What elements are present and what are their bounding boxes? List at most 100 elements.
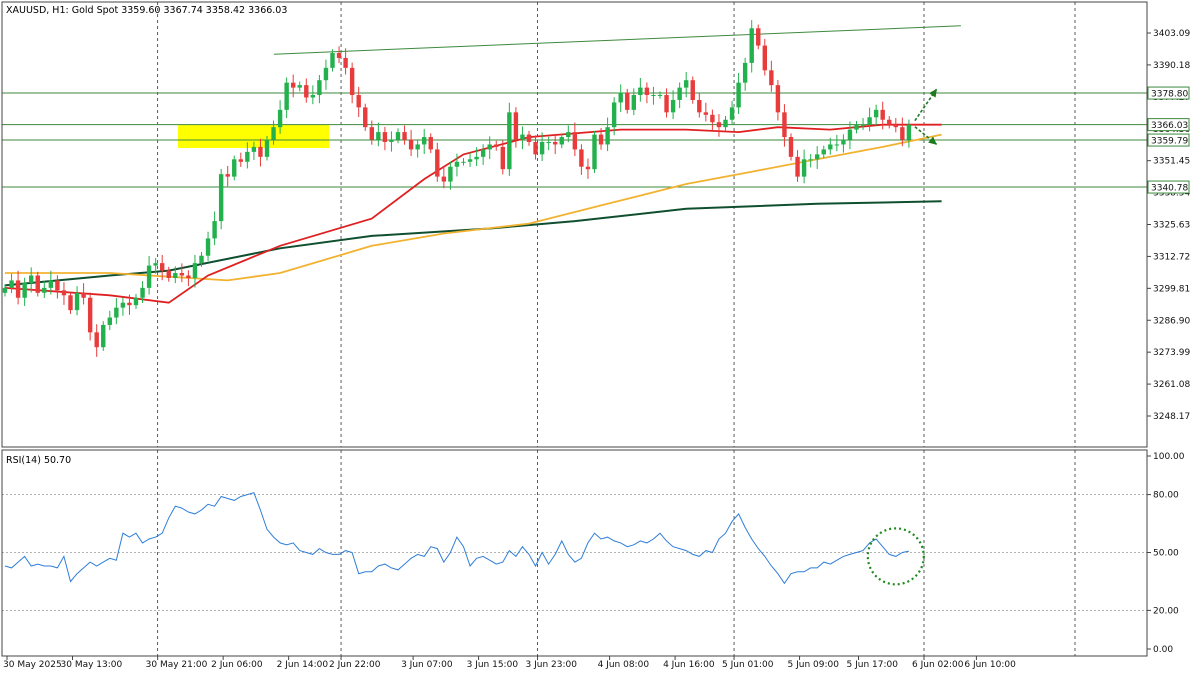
candle-bearish <box>291 82 296 88</box>
candle-bearish <box>15 280 21 298</box>
candle-bullish <box>48 280 54 288</box>
candle-bullish <box>507 112 512 170</box>
candle-bullish <box>677 87 682 100</box>
candle-bullish <box>153 263 158 266</box>
candle-bearish <box>572 132 578 150</box>
candle-bullish <box>448 166 453 182</box>
time-tick-label: 4 Jun 08:00 <box>598 660 650 670</box>
candle-bullish <box>140 287 145 298</box>
candle-bearish <box>526 134 532 143</box>
candle-bullish <box>821 149 826 155</box>
candle-bullish <box>684 80 689 88</box>
candle-bullish <box>749 28 754 63</box>
candle-bearish <box>61 290 67 296</box>
time-tick-label: 30 May 21:00 <box>146 660 208 670</box>
candle-bullish <box>42 287 47 293</box>
candle-bullish <box>245 151 250 162</box>
time-tick-label: 4 Jun 16:00 <box>663 660 715 670</box>
candle-bearish <box>762 45 767 71</box>
candle-bullish <box>867 117 872 125</box>
candle-bearish <box>880 109 885 120</box>
time-tick-label: 30 May 2025 <box>3 660 62 670</box>
candle-bearish <box>94 332 99 348</box>
price-tick-label: 3403.09 <box>1153 29 1190 39</box>
candle-bearish <box>382 132 388 143</box>
price-tick-label: 3299.81 <box>1153 284 1190 294</box>
candle-bearish <box>769 70 774 86</box>
candle-bearish <box>697 99 702 113</box>
candle-bearish <box>887 119 892 125</box>
candle-bullish <box>389 139 394 143</box>
candle-bullish <box>461 161 466 163</box>
candle-bullish <box>376 132 381 140</box>
time-tick-label: 3 Jun 15:00 <box>467 660 519 670</box>
candle-bearish <box>402 132 407 140</box>
candle-bullish <box>834 144 840 146</box>
rsi-tick-label: 80.00 <box>1153 491 1179 501</box>
candle-bearish <box>500 146 505 170</box>
candle-bullish <box>205 238 211 256</box>
candle-bullish <box>860 124 866 126</box>
candle-bullish <box>101 324 106 348</box>
symbol-header: XAUUSD, H1: Gold Spot 3359.60 3367.74 33… <box>6 5 287 16</box>
candle-bullish <box>415 144 420 150</box>
candle-bearish <box>166 270 171 278</box>
time-tick-label: 3 Jun 07:00 <box>401 660 453 670</box>
candle-bullish <box>854 124 859 130</box>
candle-bullish <box>199 255 204 264</box>
candle-bullish <box>480 149 486 157</box>
candle-bullish <box>192 263 198 278</box>
price-tick-label: 3261.08 <box>1153 380 1190 390</box>
candle-bearish <box>533 142 538 155</box>
candle-bearish <box>893 124 898 128</box>
candle-bearish <box>579 149 584 167</box>
price-chart-svg: 3403.093390.183377.273364.363351.453338.… <box>0 0 1200 675</box>
candle-bearish <box>513 112 519 140</box>
candle-bearish <box>494 144 499 147</box>
rsi-tick-label: 50.00 <box>1153 549 1179 559</box>
price-level-label: 3378.80 <box>1151 90 1188 100</box>
candle-bearish <box>775 85 781 113</box>
price-tick-label: 3325.63 <box>1153 221 1190 231</box>
candle-bearish <box>363 107 368 128</box>
candle-bearish <box>553 142 558 145</box>
time-tick-label: 3 Jun 23:00 <box>526 660 578 670</box>
candle-bullish <box>2 287 8 293</box>
candle-bullish <box>422 137 427 145</box>
candle-bullish <box>631 95 636 110</box>
time-tick-label: 5 Jun 17:00 <box>847 660 899 670</box>
candle-bullish <box>539 142 545 155</box>
candle-bearish <box>369 127 374 140</box>
candle-bullish <box>638 87 643 96</box>
candle-bearish <box>795 156 800 177</box>
candle-bullish <box>592 134 597 170</box>
candle-bullish <box>277 109 283 128</box>
time-tick-label: 2 Jun 06:00 <box>211 660 263 670</box>
candle-bullish <box>546 142 551 144</box>
candle-bearish <box>336 53 342 58</box>
candle-bearish <box>356 95 361 108</box>
candle-bullish <box>330 53 335 68</box>
candle-bearish <box>160 263 165 271</box>
price-tick-label: 3312.72 <box>1153 252 1190 262</box>
candle-bullish <box>742 62 748 83</box>
candle-bearish <box>349 67 355 96</box>
candle-bullish <box>22 282 27 298</box>
candle-bearish <box>428 137 433 150</box>
rsi-tick-label: 0.00 <box>1153 645 1173 655</box>
candle-bullish <box>651 95 656 97</box>
candle-bullish <box>520 134 525 140</box>
candle-bullish <box>559 137 564 145</box>
candle-bullish <box>120 302 126 308</box>
candle-bearish <box>644 87 650 96</box>
chart-background <box>0 0 1200 675</box>
rsi-header: RSI(14) 50.70 <box>6 455 71 466</box>
candle-bearish <box>756 28 761 46</box>
candle-bullish <box>474 156 479 160</box>
candle-bearish <box>225 174 230 177</box>
candle-bullish <box>657 95 663 97</box>
candle-bullish <box>264 139 270 157</box>
candle-bullish <box>611 102 617 128</box>
candle-bearish <box>435 149 440 177</box>
time-tick-label: 2 Jun 14:00 <box>277 660 329 670</box>
